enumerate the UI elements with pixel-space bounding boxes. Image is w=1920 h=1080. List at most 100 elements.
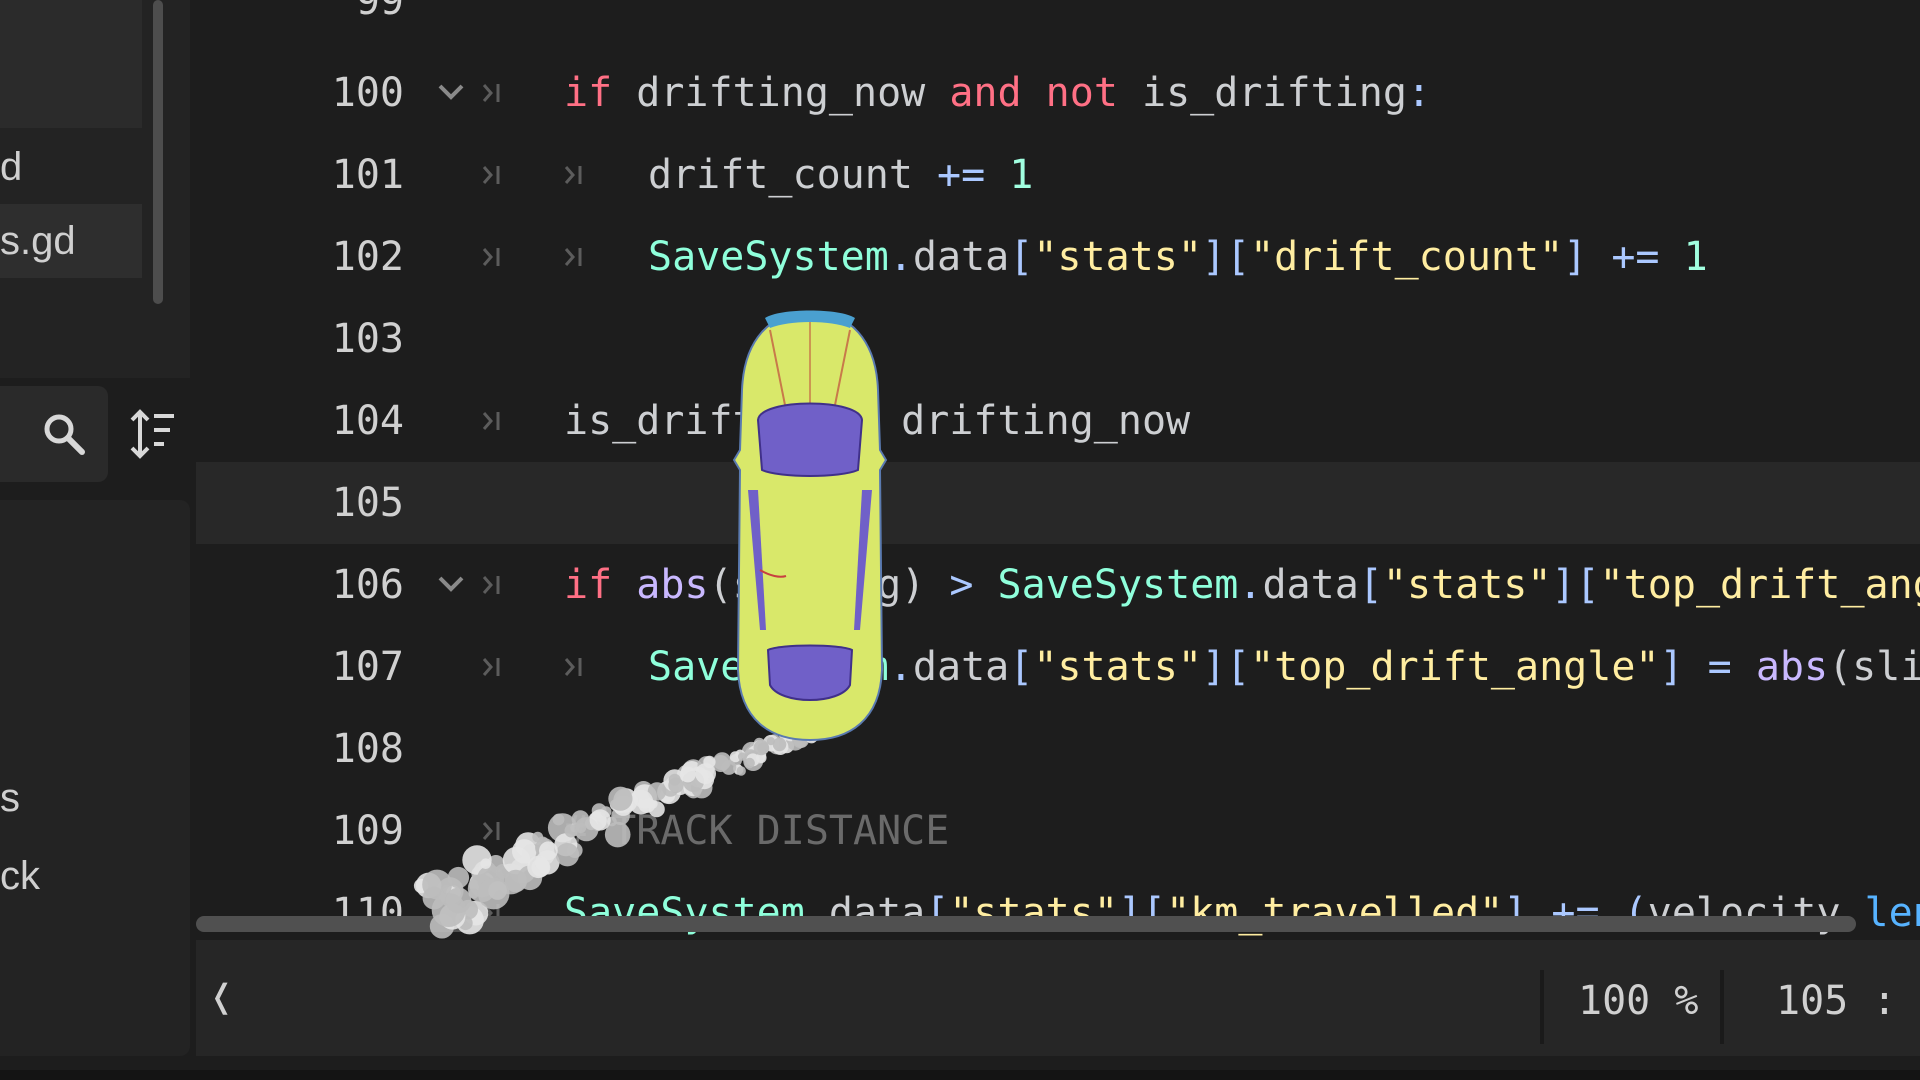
method-list: s ck xyxy=(0,500,190,1056)
code-token: += xyxy=(912,152,1010,198)
code-line[interactable]: 104is_drifting = drifting_now xyxy=(196,380,1920,462)
code-token: data xyxy=(1262,562,1359,608)
code-line[interactable]: 101 drift_count += 1 xyxy=(196,134,1920,216)
code-token: data xyxy=(912,644,1010,690)
smoke-particle xyxy=(721,760,737,775)
smoke-particle xyxy=(575,822,587,834)
code-line-current[interactable]: 105 xyxy=(196,462,1920,544)
code-token: [ xyxy=(1009,234,1034,280)
code-token: : xyxy=(1406,70,1431,116)
code-token: "top_drift_angle" xyxy=(1599,562,1920,608)
code-token: "top_drift_angle" xyxy=(1250,644,1660,690)
tab-indent-icon xyxy=(564,248,582,266)
code-token: abs xyxy=(636,562,709,608)
code-token: not xyxy=(1045,70,1118,116)
smoke-particle xyxy=(477,877,510,910)
code-line[interactable]: 102 SaveSystem.data["stats"]["drift_count… xyxy=(196,216,1920,298)
line-number: 109 xyxy=(331,808,404,854)
sort-icon[interactable] xyxy=(130,406,176,462)
file-list-item-blank[interactable] xyxy=(0,0,142,128)
zoom-level[interactable]: 100 % xyxy=(1578,940,1698,1062)
file-panel: d s.gd s ck xyxy=(0,0,196,1080)
tab-indent-icon xyxy=(482,658,500,676)
code-token: ][ xyxy=(1201,234,1251,280)
line-number: 103 xyxy=(331,316,404,362)
code-token: (sliding) xyxy=(1828,644,1920,690)
smoke-particle xyxy=(480,858,491,869)
line-number: 101 xyxy=(331,152,404,198)
tab-indent-icon xyxy=(482,84,500,102)
code-token: abs xyxy=(1755,644,1829,690)
tab-indent-icon xyxy=(482,166,500,184)
drifting-car-sprite xyxy=(732,310,888,742)
code-token: "stats" xyxy=(1033,234,1202,280)
cursor-position: 105 : xyxy=(1776,978,1897,1024)
chevron-left-icon: ❬ xyxy=(208,972,235,1023)
line-number: 102 xyxy=(331,234,404,280)
code-token: 1 xyxy=(1683,234,1708,280)
smoke-particle xyxy=(628,789,654,815)
code-token: SaveSystem xyxy=(648,234,889,280)
fold-chevron-icon[interactable] xyxy=(434,544,468,626)
toggle-panel-button[interactable]: ❬ xyxy=(208,970,248,1026)
status-divider xyxy=(1720,970,1724,1044)
smoke-particle xyxy=(736,766,746,776)
fold-chevron-icon[interactable] xyxy=(434,52,468,134)
smoke-particle xyxy=(608,786,633,811)
line-number: 107 xyxy=(331,644,404,690)
code-text: drift_count += 1 xyxy=(648,134,1033,216)
method-list-item[interactable]: s xyxy=(0,768,20,828)
code-token: drift_count xyxy=(648,152,913,198)
search-icon xyxy=(44,414,85,455)
code-token: SaveSystem xyxy=(997,562,1239,608)
code-token: if xyxy=(564,70,613,116)
smoke-particle xyxy=(445,887,472,914)
code-token: 1 xyxy=(1009,152,1034,198)
code-line[interactable]: 107SaveSystem.data["stats"]["top_drift_a… xyxy=(196,626,1920,708)
code-token: . xyxy=(1238,562,1263,608)
line-number: 106 xyxy=(331,562,404,608)
code-token: "stats" xyxy=(1033,644,1202,690)
code-line[interactable]: 106if abs(sliding) > SaveSystem.data["st… xyxy=(196,544,1920,626)
code-line[interactable]: 103 xyxy=(196,298,1920,380)
tab-indent-icon xyxy=(564,166,582,184)
code-token: ][ xyxy=(1551,562,1600,608)
smoke-particle xyxy=(703,755,716,768)
code-token: and xyxy=(949,70,1022,116)
file-list-item-label: d xyxy=(0,145,23,189)
method-list-item-label: s xyxy=(0,776,20,820)
smoke-particle xyxy=(552,813,565,826)
code-line[interactable]: 100 if drifting_now and not is_drifting: xyxy=(196,52,1920,134)
code-token: [ xyxy=(1009,644,1034,690)
smoke-particle xyxy=(589,809,611,831)
smoke-particle xyxy=(422,886,446,910)
tab-indent-icon xyxy=(482,412,500,430)
filter-search-button[interactable] xyxy=(0,386,108,482)
code-token: "stats" xyxy=(1382,562,1552,608)
file-list-item-selected[interactable]: s.gd xyxy=(0,204,142,278)
smoke-particle xyxy=(679,766,696,783)
line-number: 100 xyxy=(331,70,404,116)
tab-indent-icon xyxy=(482,248,500,266)
line-number: 104 xyxy=(331,398,404,444)
code-token: drifting_now xyxy=(612,70,950,116)
method-list-item[interactable]: ck xyxy=(0,846,40,906)
file-list-item[interactable]: d xyxy=(0,130,142,204)
method-list-item-label: ck xyxy=(0,854,40,898)
code-token: > xyxy=(949,562,974,608)
code-line: 99 xyxy=(196,0,1920,42)
code-token: length xyxy=(1864,890,1920,936)
smoke-particle xyxy=(555,843,580,867)
code-token: data xyxy=(912,234,1010,280)
file-list: d s.gd xyxy=(0,0,190,378)
smoke-particle xyxy=(531,858,551,877)
smoke-particle xyxy=(447,866,470,889)
code-token: if xyxy=(564,562,613,608)
file-list-scrollbar[interactable] xyxy=(153,0,163,304)
smoke-particle xyxy=(744,757,755,769)
smoke-particle xyxy=(737,752,747,761)
code-token: [ xyxy=(1358,562,1383,608)
